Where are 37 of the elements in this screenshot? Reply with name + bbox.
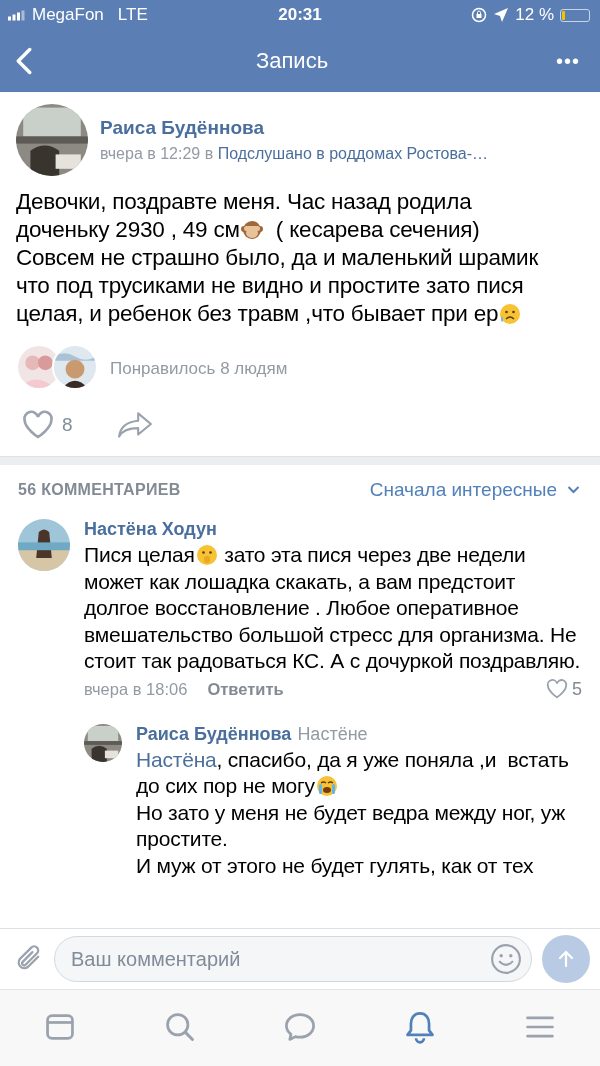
- smiley-icon[interactable]: [490, 943, 522, 975]
- author-name[interactable]: Раиса Будённова: [100, 117, 489, 139]
- network-type: LTE: [117, 5, 148, 25]
- sad-face-emoji-icon: [498, 302, 523, 326]
- comment-text: Пися целая зато эта пися через две недели может как лошадка скакать, а вам предстоит долгое восстановление . Любое оперативное вмешательство большой стресс для организма. Не стоит так радоваться КС. А с дочуркой поздравляю.: [84, 542, 582, 674]
- share-icon[interactable]: [116, 411, 153, 439]
- back-chevron-icon: [16, 47, 32, 75]
- reply-to-text: Настёне: [297, 723, 368, 744]
- crying-face-emoji-icon: [314, 774, 339, 798]
- screen-title: Запись: [255, 48, 329, 74]
- comment-input[interactable]: Ваш комментарий: [54, 936, 532, 982]
- send-button[interactable]: [542, 935, 590, 983]
- chevron-down-icon: [567, 486, 580, 494]
- arrow-up-icon: [556, 949, 576, 969]
- group-link[interactable]: Подслушано в роддомах Ростова-…: [217, 145, 489, 162]
- comment-time: вчера в 18:06: [84, 679, 188, 699]
- comments-count: 56 КОММЕНТАРИЕВ: [18, 481, 181, 499]
- monkey-emoji-icon: [239, 218, 264, 242]
- battery-percent: 12 %: [515, 5, 554, 25]
- hush-face-emoji-icon: [194, 543, 219, 567]
- rotation-lock-icon: [471, 7, 488, 23]
- commenter-name[interactable]: Настёна Ходун: [84, 519, 217, 539]
- mention-link[interactable]: Настёна: [136, 747, 217, 771]
- signal-icon: [8, 9, 26, 21]
- battery-icon: [560, 8, 590, 22]
- post-text: Девочки, поздравте меня. Час назад родила доченьку 2930 , 49 см ( кесарева сечения) Совсем не страшно было, да и маленький шрамик что под трусиками не видно и простите зато пися целая, и ребенок без травм ,что бывает при ер: [16, 188, 540, 328]
- carrier-name: MegaFon: [32, 5, 104, 25]
- clock: 20:31: [278, 5, 322, 25]
- reply-link[interactable]: Ответить: [207, 679, 284, 699]
- comment-text: Настёна, спасибо, да я уже поняла ,и встать до сих пор не могу Но зато у меня не будет ведра между ног, уж простите. И муж от этого не будет гулять, как от тех: [136, 746, 570, 879]
- sort-dropdown[interactable]: Сначала интересные: [369, 479, 580, 501]
- liked-by-text[interactable]: Понравилось 8 людям: [110, 359, 288, 379]
- more-button[interactable]: •••: [548, 45, 588, 77]
- post-time: вчера в 12:29 в: [100, 145, 214, 162]
- location-arrow-icon: [493, 7, 510, 23]
- notifications-icon: [403, 1009, 437, 1044]
- commenter-name[interactable]: Раиса Будённова: [136, 723, 292, 744]
